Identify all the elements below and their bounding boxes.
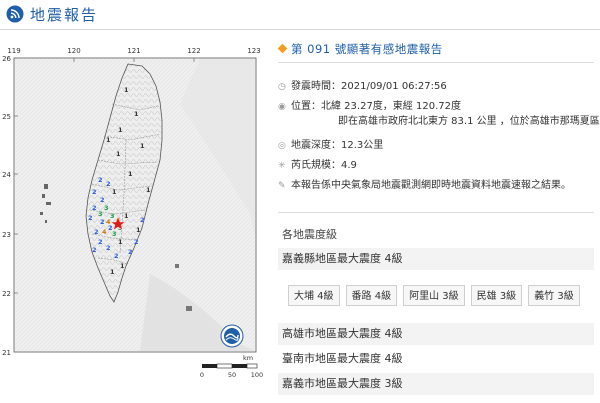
report-location: ◉ 位置：北緯 23.27度，東經 120.72度 xyxy=(278,101,461,112)
svg-text:1: 1 xyxy=(128,170,133,178)
svg-text:2: 2 xyxy=(98,176,103,184)
scale-label-0: 0 xyxy=(200,371,204,379)
svg-text:2: 2 xyxy=(114,252,119,260)
report-badge-icon xyxy=(277,43,288,54)
town-badge: 番路 4級 xyxy=(345,285,398,306)
svg-text:2: 2 xyxy=(92,246,97,254)
svg-text:1: 1 xyxy=(116,150,121,158)
title-divider xyxy=(278,62,594,63)
svg-text:2: 2 xyxy=(134,238,139,246)
svg-text:1: 1 xyxy=(112,188,117,196)
svg-text:3: 3 xyxy=(110,212,115,220)
svg-text:1: 1 xyxy=(140,142,145,150)
svg-text:1: 1 xyxy=(146,186,151,194)
lat-tick-25: 25 xyxy=(2,113,11,121)
town-badge: 義竹 3級 xyxy=(528,285,580,306)
svg-text:2: 2 xyxy=(106,180,111,188)
location-pin-icon: ◉ xyxy=(278,102,286,112)
intensity-map: 119 120 121 122 123 26 25 24 23 22 21 11… xyxy=(0,44,270,384)
svg-text:1: 1 xyxy=(106,136,111,144)
region-row-kaohsiung[interactable]: 高雄市地區最大震度 4級 xyxy=(278,323,594,345)
svg-text:2: 2 xyxy=(88,214,93,222)
lon-tick-123: 123 xyxy=(247,47,260,55)
report-magnitude: ✳ 芮氏規模：4.9 xyxy=(278,160,357,171)
depth-icon: ◎ xyxy=(278,141,286,151)
svg-text:2: 2 xyxy=(100,196,105,204)
town-badge: 民雄 3級 xyxy=(470,285,523,306)
svg-text:3: 3 xyxy=(104,204,109,212)
lat-tick-24: 24 xyxy=(2,171,11,179)
scale-label-100: 100 xyxy=(251,371,263,379)
svg-text:2: 2 xyxy=(98,238,103,246)
scale-bar: km 0 50 100 xyxy=(200,354,263,379)
scale-label-50: 50 xyxy=(228,371,236,379)
svg-text:1: 1 xyxy=(124,212,129,220)
lat-tick-22: 22 xyxy=(2,290,11,298)
svg-text:4: 4 xyxy=(102,228,107,236)
rss-broadcast-icon xyxy=(6,5,24,23)
lat-tick-26: 26 xyxy=(2,55,11,63)
region-row-tainan[interactable]: 臺南市地區最大震度 4級 xyxy=(278,348,594,370)
taiwan-shaded-relief-map: 119 120 121 122 123 26 25 24 23 22 21 11… xyxy=(2,47,263,379)
town-badge: 阿里山 3級 xyxy=(403,285,465,306)
cwb-logo xyxy=(220,324,244,348)
town-list: 大埔 4級 番路 4級 阿里山 3級 民雄 3級 義竹 3級 xyxy=(288,284,586,306)
svg-text:3: 3 xyxy=(112,230,117,238)
page-header: 地震報告 xyxy=(0,0,600,30)
region-row-chiayi-city[interactable]: 嘉義市地區最大震度 3級 xyxy=(278,373,594,395)
svg-text:1: 1 xyxy=(118,238,123,246)
report-title: 第 091 號顯著有感地震報告 xyxy=(277,41,443,57)
svg-text:2: 2 xyxy=(100,218,105,226)
page-title: 地震報告 xyxy=(30,6,99,24)
lat-tick-21: 21 xyxy=(2,349,11,357)
svg-text:1: 1 xyxy=(118,126,123,134)
section-divider xyxy=(278,212,594,213)
lon-tick-122: 122 xyxy=(187,47,200,55)
svg-text:2: 2 xyxy=(94,228,99,236)
svg-text:4: 4 xyxy=(106,218,111,226)
svg-text:2: 2 xyxy=(92,204,97,212)
lon-tick-119: 119 xyxy=(7,47,20,55)
svg-text:2: 2 xyxy=(128,248,133,256)
lat-tick-23: 23 xyxy=(2,231,11,239)
report-depth: ◎ 地震深度：12.3公里 xyxy=(278,140,384,151)
svg-text:1: 1 xyxy=(120,262,125,270)
svg-text:1: 1 xyxy=(134,110,139,118)
town-badge: 大埔 4級 xyxy=(288,285,340,306)
svg-text:3: 3 xyxy=(98,210,103,218)
region-row-chiayi-county[interactable]: 嘉義縣地區最大震度 4級 xyxy=(278,248,594,270)
svg-text:1: 1 xyxy=(110,268,115,276)
magnitude-icon: ✳ xyxy=(278,161,286,171)
report-time: ◷ 發震時間：2021/09/01 06:27:56 xyxy=(278,81,447,92)
clock-icon: ◷ xyxy=(278,82,286,92)
svg-text:2: 2 xyxy=(92,188,97,196)
report-location-detail: 即在高雄市政府北北東方 83.1 公里 ，位於高雄市那瑪夏區 xyxy=(338,116,600,127)
report-note: ✎ 本報告係中央氣象局地震觀測網即時地震資料地震速報之結果。 xyxy=(278,180,571,191)
pencil-icon: ✎ xyxy=(278,181,286,191)
scale-unit: km xyxy=(243,354,253,362)
header-divider xyxy=(0,29,600,30)
intensity-section-title: 各地震度級 xyxy=(282,228,337,241)
svg-text:1: 1 xyxy=(124,86,129,94)
svg-text:1: 1 xyxy=(136,226,141,234)
svg-text:2: 2 xyxy=(140,216,145,224)
lon-tick-121: 121 xyxy=(127,47,140,55)
lon-tick-120: 120 xyxy=(67,47,80,55)
svg-text:2: 2 xyxy=(106,244,111,252)
